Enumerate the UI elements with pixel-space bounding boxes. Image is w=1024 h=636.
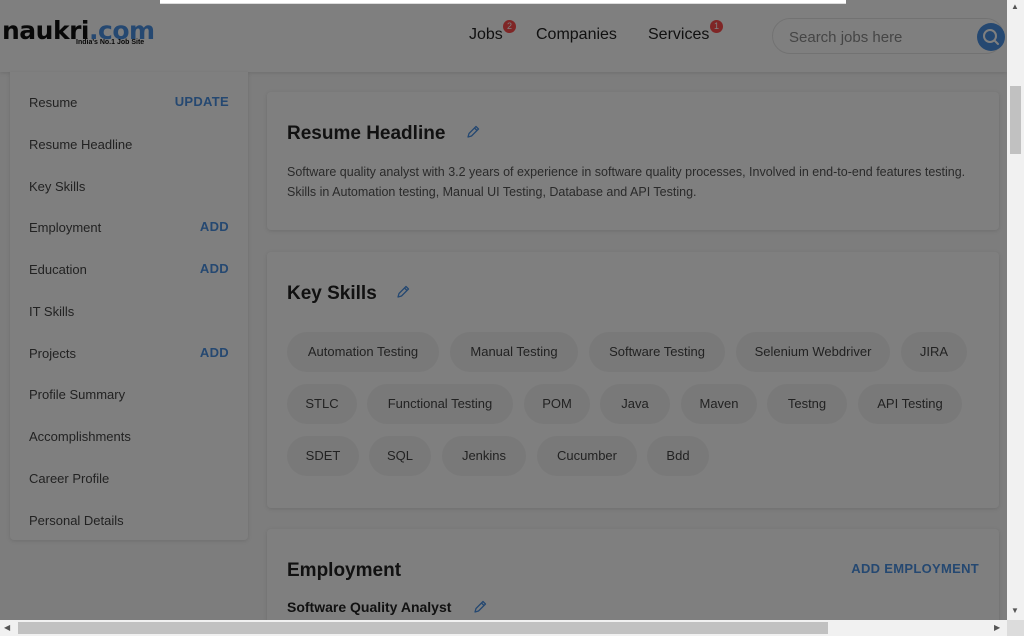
- vertical-scroll-thumb[interactable]: [1010, 86, 1021, 154]
- scroll-right-arrow-icon[interactable]: ▶: [994, 623, 1000, 633]
- scroll-down-arrow-icon[interactable]: ▼: [1011, 606, 1019, 616]
- profile-page: naukri.com India's No.1 Job Site Jobs 2 …: [0, 0, 1007, 620]
- horizontal-scroll-thumb[interactable]: [18, 622, 828, 634]
- scroll-left-arrow-icon[interactable]: ◀: [4, 623, 10, 633]
- scroll-up-arrow-icon[interactable]: ▲: [1011, 2, 1019, 12]
- vertical-scrollbar[interactable]: ▲ ▼: [1007, 0, 1024, 620]
- top-modal-strip: [160, 0, 846, 4]
- scrollbar-corner: [1007, 620, 1024, 636]
- modal-backdrop-overlay[interactable]: [0, 0, 1007, 620]
- horizontal-scrollbar[interactable]: ◀ ▶: [0, 620, 1007, 636]
